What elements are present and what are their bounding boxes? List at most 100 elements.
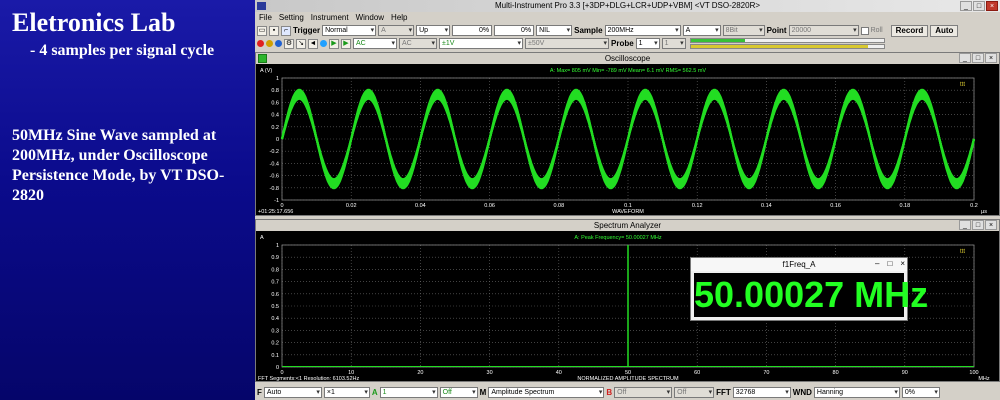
minimize-button[interactable]: _: [960, 1, 972, 11]
y-tick-label: -0.8: [270, 186, 279, 192]
f-select[interactable]: Auto: [263, 386, 322, 398]
settings-icon[interactable]: ⚙: [284, 38, 294, 49]
auto-button[interactable]: Auto: [930, 24, 959, 37]
trigger-label: Trigger: [293, 26, 321, 35]
trigger-icon[interactable]: ⌐: [281, 25, 291, 36]
x-tick-label: 80: [833, 370, 839, 376]
oscilloscope-window: Oscilloscope _ □ × 0 0.02 0.04 0.06 0.08 0.1 0…: [255, 52, 1000, 216]
frequency-meter-titlebar[interactable]: f1Freq_A – □ ×: [691, 258, 907, 271]
spectrum-settings-bar: F Auto ×1 A 1 Off M Amplitude Spectrum B…: [255, 384, 1000, 400]
freq-close-button[interactable]: ×: [900, 259, 905, 268]
toolbar-channels: ⚙ ↘ ◄ ▶ ▶ AC AC ±1V ±50V Probe 1 1: [255, 37, 1000, 50]
level-progress-bar: [689, 44, 885, 49]
y-tick-label: 0.3: [271, 328, 279, 334]
oscilloscope-titlebar[interactable]: Oscilloscope _ □ ×: [256, 53, 999, 64]
oscilloscope-stats: A: Max= 805 mV Min= -789 mV Mean= 6.1 mV…: [550, 68, 707, 74]
trigger-edge-select[interactable]: Up: [416, 25, 451, 36]
y-tick-label: -0.2: [270, 149, 279, 155]
window-function-select[interactable]: Hanning: [813, 386, 900, 398]
x-tick-label: 0.14: [761, 203, 772, 209]
trigger-mode-select[interactable]: Normal: [322, 25, 377, 36]
trigger-level-2[interactable]: 0%: [494, 25, 535, 36]
x-tick-label: 0.12: [692, 203, 703, 209]
close-button[interactable]: ×: [986, 1, 998, 11]
save-icon[interactable]: ▪: [269, 25, 279, 36]
title-bar[interactable]: Multi-Instrument Pro 3.3 [+3DP+DLG+LCR+U…: [255, 0, 1000, 12]
roll-checkbox[interactable]: [860, 26, 869, 35]
off-select[interactable]: Off: [674, 386, 715, 398]
y-tick-label: 0.2: [271, 341, 279, 347]
y-tick-label: 0.6: [271, 100, 279, 106]
menu-instrument[interactable]: Instrument: [311, 12, 349, 24]
menu-window[interactable]: Window: [356, 12, 384, 24]
frequency-meter-window[interactable]: f1Freq_A – □ × 50.00027 MHz: [690, 257, 929, 321]
x-tick-label: 60: [694, 370, 700, 376]
coupling-b-select[interactable]: AC: [399, 38, 437, 49]
a-select[interactable]: 1: [379, 386, 438, 398]
oscilloscope-plot[interactable]: 0 0.02 0.04 0.06 0.08 0.1 0.12 0.14 0.16 0.18 0.21…: [256, 64, 999, 215]
menu-help[interactable]: Help: [391, 12, 407, 24]
osc-maximize-button[interactable]: □: [972, 53, 984, 63]
multiplier-select[interactable]: ×1: [323, 386, 370, 398]
spec-maximize-button[interactable]: □: [972, 220, 984, 230]
signal-icon[interactable]: [320, 40, 327, 47]
trigger-channel-select[interactable]: A: [378, 25, 415, 36]
spectrum-title: Spectrum Analyzer: [593, 221, 662, 230]
spec-minimize-button[interactable]: _: [959, 220, 971, 230]
trigger-level-1[interactable]: 0%: [452, 25, 493, 36]
frequency-readout: 50.00027 MHz: [694, 273, 929, 317]
spectrum-titlebar[interactable]: Spectrum Analyzer _ □ ×: [256, 220, 999, 231]
x-axis-label: NORMALIZED AMPLITUDE SPECTRUM: [577, 376, 679, 381]
maximize-button[interactable]: □: [973, 1, 985, 11]
x-unit-label: µs: [981, 209, 987, 215]
y-tick-label: 0.7: [271, 280, 279, 286]
buffer-progress-fill: [690, 39, 745, 42]
play-icon[interactable]: ▶: [329, 38, 339, 49]
x-tick-label: 0.02: [346, 203, 357, 209]
slide-panel: Eletronics Lab - 4 samples per signal cy…: [0, 0, 255, 400]
waveform-trace: [280, 97, 976, 181]
pause-icon[interactable]: [266, 40, 273, 47]
y-tick-label: -1: [274, 198, 279, 204]
record-icon[interactable]: [257, 40, 264, 47]
spec-close-button[interactable]: ×: [985, 220, 997, 230]
osc-minimize-button[interactable]: _: [959, 53, 971, 63]
record-button[interactable]: Record: [890, 24, 929, 37]
coupling-a-select[interactable]: AC: [353, 38, 397, 49]
x-tick-label: 40: [556, 370, 562, 376]
stop-icon[interactable]: [275, 40, 282, 47]
probe-a-select[interactable]: 1: [635, 38, 660, 49]
range-a-select[interactable]: ±1V: [439, 38, 523, 49]
b-select[interactable]: Off: [614, 386, 673, 398]
menu-setting[interactable]: Setting: [279, 12, 304, 24]
speaker-icon[interactable]: ◄: [308, 38, 318, 49]
x-tick-label: 90: [902, 370, 908, 376]
x-tick-label: 70: [763, 370, 769, 376]
wnd-label: WND: [792, 387, 812, 397]
menu-file[interactable]: File: [259, 12, 272, 24]
freq-minimize-button[interactable]: –: [875, 259, 879, 268]
points-select[interactable]: 20000: [788, 25, 859, 36]
bits-select[interactable]: 8Bit: [722, 25, 765, 36]
a-option-select[interactable]: Off: [439, 386, 478, 398]
probe-icon[interactable]: ↘: [296, 38, 306, 49]
y-axis-label: A (V): [260, 68, 272, 74]
x-tick-label: 20: [417, 370, 423, 376]
osc-close-button[interactable]: ×: [985, 53, 997, 63]
y-tick-label: 0.8: [271, 267, 279, 273]
freq-maximize-button[interactable]: □: [887, 259, 892, 268]
y-tick-label: 0: [276, 365, 279, 371]
f-label: F: [257, 387, 262, 397]
sample-rate-select[interactable]: 200MHz: [604, 25, 681, 36]
y-tick-label: 0.9: [271, 255, 279, 261]
oscilloscope-timestamp: +01:25:17.656: [258, 209, 293, 215]
step-icon[interactable]: ▶: [341, 38, 351, 49]
channel-select[interactable]: A: [682, 25, 721, 36]
probe-b-select[interactable]: 1: [661, 38, 686, 49]
fft-size-select[interactable]: 32768: [732, 386, 791, 398]
nil-select[interactable]: NIL: [536, 25, 573, 36]
mode-select[interactable]: Amplitude Spectrum: [488, 386, 605, 398]
range-b-select[interactable]: ±50V: [525, 38, 609, 49]
open-folder-icon[interactable]: ▭: [257, 25, 267, 36]
overlap-select[interactable]: 0%: [901, 386, 940, 398]
